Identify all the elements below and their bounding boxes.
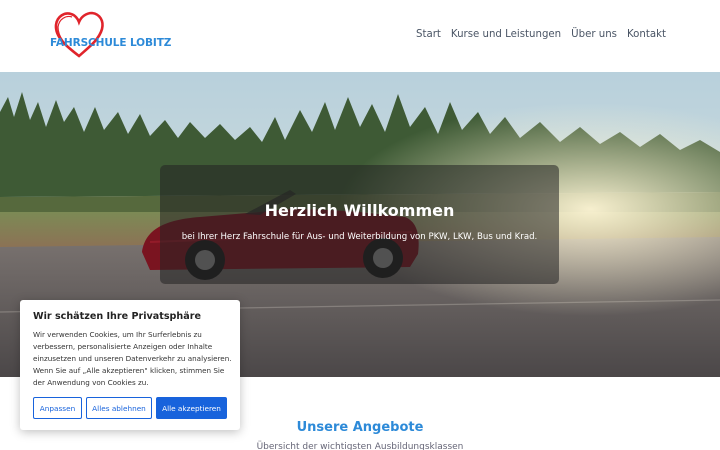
hero-title: Herzlich Willkommen — [264, 201, 455, 220]
site-header: FAHRSCHULE LOBITZ Start Kurse und Leistu… — [0, 0, 720, 72]
reject-all-button[interactable]: Alles ablehnen — [86, 397, 152, 419]
hero-subtitle: bei Ihrer Herz Fahrschule für Aus- und W… — [181, 232, 538, 242]
logo-text: FAHRSCHULE LOBITZ — [50, 37, 172, 49]
accept-all-button[interactable]: Alle akzeptieren — [156, 397, 227, 419]
hero-overlay-box: Herzlich Willkommen bei Ihrer Herz Fahrs… — [160, 165, 559, 284]
customize-button[interactable]: Anpassen — [33, 397, 82, 419]
main-nav: Start Kurse und Leistungen Über uns Kont… — [416, 29, 666, 40]
logo[interactable]: FAHRSCHULE LOBITZ — [50, 10, 171, 62]
cookie-title: Wir schätzen Ihre Privatsphäre — [33, 311, 201, 322]
cookie-consent-banner: Wir schätzen Ihre Privatsphäre Wir verwe… — [20, 300, 240, 430]
nav-ueber-uns[interactable]: Über uns — [571, 29, 617, 40]
heart-logo-icon — [54, 11, 104, 58]
cookie-buttons: Anpassen Alles ablehnen Alle akzeptieren — [33, 397, 227, 419]
section-subtitle: Übersicht der wichtigsten Ausbildungskla… — [256, 442, 464, 450]
cookie-text: Wir verwenden Cookies, um Ihr Surferlebn… — [33, 330, 232, 388]
nav-start[interactable]: Start — [416, 29, 441, 40]
nav-kurse[interactable]: Kurse und Leistungen — [451, 29, 561, 40]
nav-kontakt[interactable]: Kontakt — [627, 29, 666, 40]
